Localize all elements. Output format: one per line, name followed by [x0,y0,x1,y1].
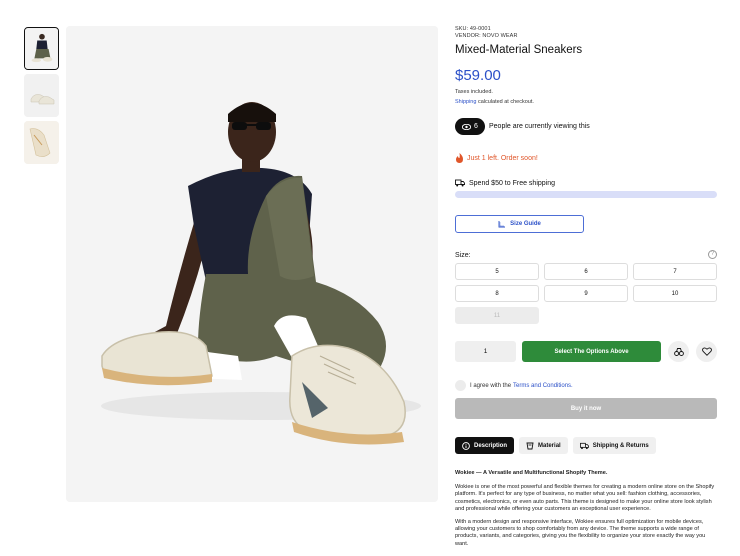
purchase-row: 1 Select The Options Above [455,341,717,362]
shipping-note-text: calculated at checkout. [476,99,534,105]
tab-material[interactable]: Material [519,437,568,454]
description-panel: Wokiee — A Versatile and Multifunctional… [455,470,717,554]
eye-icon [462,123,472,130]
wishlist-button[interactable] [696,341,717,362]
quantity-input[interactable]: 1 [455,341,516,362]
size-option[interactable]: 7 [633,263,717,280]
compare-icon [673,347,684,356]
viewer-count: 6 [474,123,478,130]
thumbnail-list [24,27,59,168]
ruler-icon [498,221,506,228]
size-option[interactable]: 9 [544,285,628,302]
tab-description-label: Description [474,442,508,449]
terms-agreement: I agree with the Terms and Conditions. [455,380,573,391]
product-main-image[interactable] [66,26,438,502]
truck-icon [455,179,465,187]
terms-prefix: I agree with the [470,382,512,389]
size-guide-label: Size Guide [510,221,541,227]
thumbnail-sneaker-detail[interactable] [24,121,59,164]
low-stock-alert: Just 1 left. Order soon! [455,153,538,163]
viewers-indicator: 6 People are currently viewing this [455,118,590,135]
flame-icon [456,153,463,163]
heart-icon [701,347,712,356]
free-shipping-message: Spend $50 to Free shipping [455,179,555,187]
tab-description[interactable]: Description [455,437,515,454]
thumbnail-image [25,28,58,69]
product-price: $59.00 [455,67,501,84]
size-option-disabled: 11 [455,307,539,324]
product-title: Mixed-Material Sneakers [455,44,583,56]
tax-note: Taxes included. [455,89,493,95]
size-guide-button[interactable]: Size Guide [455,215,584,233]
size-options: 5 6 7 8 9 10 11 [455,263,717,324]
terms-link[interactable]: Terms and Conditions. [513,383,573,389]
product-info: SKU: 49-0001 VENDOR: NOVO WEAR Mixed-Mat… [455,26,717,547]
tab-material-label: Material [538,442,561,449]
viewer-text: People are currently viewing this [489,123,590,130]
description-paragraph: Wokiee is one of the most powerful and f… [455,484,715,512]
size-option[interactable]: 6 [544,263,628,280]
free-shipping-text: Spend $50 to Free shipping [469,179,556,187]
model-sneaker-illustration [66,26,438,502]
product-tabs: Description Material Shipping & Returns [455,437,656,454]
size-label: Size: [455,252,471,259]
product-sku: SKU: 49-0001 [455,26,491,32]
info-icon [462,441,470,450]
terms-checkbox[interactable] [455,380,466,391]
size-option[interactable]: 8 [455,285,539,302]
product-vendor: VENDOR: NOVO WEAR [455,33,518,39]
help-icon[interactable]: ? [708,250,717,259]
thumbnail-image [24,121,59,164]
compare-button[interactable] [668,341,689,362]
thumbnail-image [24,74,59,117]
viewer-count-badge: 6 [455,118,485,135]
thumbnail-seated-model[interactable] [24,27,59,70]
tab-shipping-returns[interactable]: Shipping & Returns [572,437,656,454]
buy-now-button[interactable]: Buy it now [455,398,717,419]
shipping-link[interactable]: Shipping [455,99,476,105]
free-shipping-progress-bar [455,191,717,198]
description-paragraph: With a modern design and responsive inte… [455,519,706,547]
add-to-cart-button[interactable]: Select The Options Above [522,341,661,362]
description-heading: Wokiee — A Versatile and Multifunctional… [455,470,608,476]
truck-icon [579,442,589,449]
size-option[interactable]: 5 [455,263,539,280]
shipping-note: Shipping calculated at checkout. [455,99,717,105]
low-stock-text: Just 1 left. Order soon! [467,154,538,162]
thumbnail-sneaker-pair[interactable] [24,74,59,117]
tab-shipping-label: Shipping & Returns [592,442,649,449]
fabric-icon [526,442,534,449]
size-option[interactable]: 10 [633,285,717,302]
